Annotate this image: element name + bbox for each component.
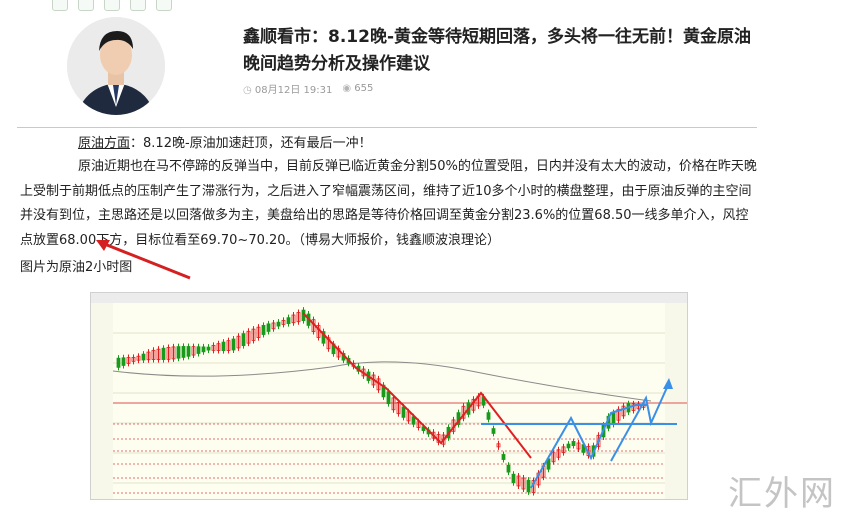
- candle: [386, 391, 391, 405]
- date-group: ◷ 08月12日 19:31: [243, 81, 332, 96]
- candle: [261, 324, 266, 335]
- analysis-paragraph: 原油近期也在马不停蹄的反弹当中，目前反弹已临近黄金分割50%的位置受阻，日内并没…: [20, 159, 757, 248]
- share-icon[interactable]: [52, 0, 68, 11]
- candle: [176, 346, 181, 359]
- candle: [161, 347, 166, 360]
- candle: [116, 357, 121, 368]
- candle: [511, 473, 516, 484]
- toolbar-icons: [52, 0, 172, 16]
- section-heading-text: ：8.12晚-原油加速赶顶，还有最后一冲！: [130, 136, 372, 151]
- candle: [201, 346, 206, 353]
- candle: [501, 454, 506, 460]
- candle: [506, 464, 511, 473]
- candles: [116, 307, 646, 496]
- section-heading: 原油方面：8.12晚-原油加速赶顶，还有最后一冲！: [20, 132, 760, 157]
- chart-canvas: [91, 293, 687, 499]
- candle: [186, 346, 191, 357]
- candle: [491, 428, 496, 434]
- candle: [266, 323, 271, 332]
- candle: [286, 317, 291, 324]
- section-label: 原油方面: [78, 136, 131, 151]
- share-icon[interactable]: [156, 0, 172, 11]
- view-count: 655: [354, 83, 374, 94]
- chart-caption: 图片为原油2小时图: [20, 260, 133, 275]
- candle: [401, 406, 406, 418]
- candle: [566, 443, 571, 449]
- candle: [231, 338, 236, 351]
- author-photo: [67, 17, 165, 115]
- candle: [486, 412, 491, 420]
- avatar[interactable]: [67, 17, 165, 115]
- divider: [17, 127, 757, 128]
- candle: [141, 353, 146, 361]
- eye-icon: ◉: [342, 83, 352, 94]
- candle: [221, 341, 226, 351]
- share-icon[interactable]: [78, 0, 94, 11]
- candle: [241, 333, 246, 347]
- candle: [196, 346, 201, 354]
- share-icon[interactable]: [104, 0, 120, 11]
- clock-icon: ◷: [243, 85, 252, 96]
- watermark: 汇外网: [728, 474, 836, 514]
- candle: [571, 441, 576, 446]
- candle: [611, 412, 616, 425]
- views-group: ◉ 655: [342, 83, 373, 94]
- candle: [276, 321, 281, 327]
- share-icon[interactable]: [130, 0, 146, 11]
- article-title: 鑫顺看市：8.12晚-黄金等待短期回落，多头将一往无前！黄金原油晚间趋势分析及操…: [243, 27, 751, 74]
- article-meta: ◷ 08月12日 19:31 ◉ 655: [243, 81, 373, 96]
- candle: [121, 357, 126, 366]
- candle: [181, 346, 186, 358]
- candle: [206, 346, 211, 351]
- article-date: 08月12日 19:31: [254, 85, 333, 96]
- oil-2h-chart: [90, 292, 688, 500]
- candle: [526, 479, 531, 493]
